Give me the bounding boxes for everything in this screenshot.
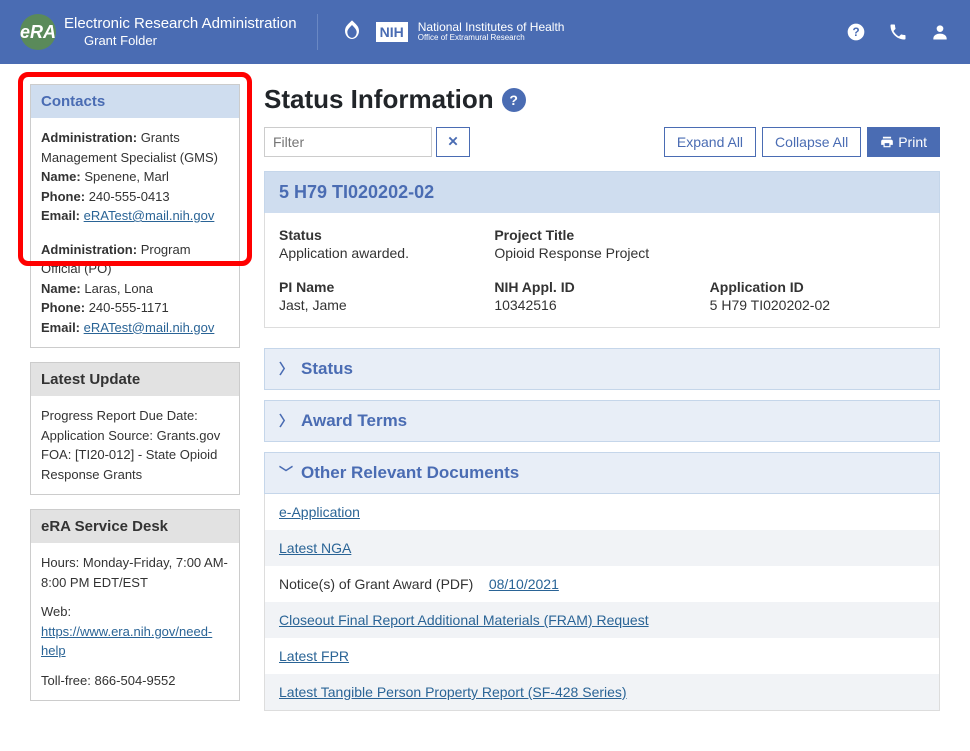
era-logo-badge: eRA <box>20 14 56 50</box>
contact-block: Administration: Grants Management Specia… <box>41 128 229 226</box>
latest-update-heading: Latest Update <box>31 363 239 396</box>
app-header: eRA Electronic Research Administration G… <box>0 0 970 64</box>
nih-subtitle: Office of Extramural Research <box>418 34 565 43</box>
contact-phone-value: 240-555-1171 <box>89 300 169 315</box>
contact-name-label: Name: <box>41 281 81 296</box>
contact-name-value: Laras, Lona <box>84 281 153 296</box>
contact-block: Administration: Program Official (PO) Na… <box>41 240 229 338</box>
contact-admin-label: Administration: <box>41 242 137 257</box>
contact-email-label: Email: <box>41 208 80 223</box>
era-logo: eRA Electronic Research Administration G… <box>20 14 297 50</box>
pi-name-value: Jast, Jame <box>279 297 494 313</box>
doc-latest-fpr-link[interactable]: Latest FPR <box>279 648 349 664</box>
pi-name-label: PI Name <box>279 279 494 295</box>
contact-name-label: Name: <box>41 169 81 184</box>
contact-email-link[interactable]: eRATest@mail.nih.gov <box>84 208 215 223</box>
page-title: Status Information <box>264 84 494 115</box>
help-icon[interactable]: ? <box>846 22 866 42</box>
section-award-terms-label: Award Terms <box>301 411 407 431</box>
doc-latest-nga-link[interactable]: Latest NGA <box>279 540 351 556</box>
contact-phone-label: Phone: <box>41 300 85 315</box>
section-other-docs[interactable]: ﹀ Other Relevant Documents <box>264 452 940 494</box>
contact-phone-label: Phone: <box>41 189 85 204</box>
doc-fram-link[interactable]: Closeout Final Report Additional Materia… <box>279 612 649 628</box>
app-subtitle: Grant Folder <box>64 33 297 49</box>
service-desk-web-label: Web: <box>41 602 229 622</box>
app-title: Electronic Research Administration <box>64 15 297 33</box>
hhs-nih-branding: NIH National Institutes of Health Office… <box>338 18 565 46</box>
contact-phone-value: 240-555-0413 <box>89 189 170 204</box>
section-award-terms[interactable]: 〉 Award Terms <box>264 400 940 442</box>
section-status-label: Status <box>301 359 353 379</box>
nih-appl-id-value: 10342516 <box>494 297 709 313</box>
grant-id-heading: 5 H79 TI020202-02 <box>264 171 940 213</box>
print-icon <box>880 135 894 149</box>
latest-update-card: Latest Update Progress Report Due Date: … <box>30 362 240 495</box>
section-other-docs-label: Other Relevant Documents <box>301 463 519 483</box>
svg-text:?: ? <box>852 26 859 39</box>
contact-email-link[interactable]: eRATest@mail.nih.gov <box>84 320 215 335</box>
filter-input[interactable] <box>264 127 432 157</box>
grant-summary: Status Application awarded. Project Title… <box>264 213 940 328</box>
contacts-heading: Contacts <box>31 85 239 118</box>
service-desk-hours: Hours: Monday-Friday, 7:00 AM-8:00 PM ED… <box>41 553 229 592</box>
print-button-label: Print <box>898 134 927 150</box>
contact-admin-label: Administration: <box>41 130 137 145</box>
hhs-icon <box>338 18 366 46</box>
contact-name-value: Spenene, Marl <box>84 169 169 184</box>
latest-update-body: Progress Report Due Date: Application So… <box>31 396 239 494</box>
service-desk-card: eRA Service Desk Hours: Monday-Friday, 7… <box>30 509 240 701</box>
project-title-label: Project Title <box>494 227 709 243</box>
section-status[interactable]: 〉 Status <box>264 348 940 390</box>
nih-logo-box: NIH <box>376 22 408 42</box>
doc-sf428-link[interactable]: Latest Tangible Person Property Report (… <box>279 684 627 700</box>
doc-notice-label: Notice(s) of Grant Award (PDF) <box>279 576 473 592</box>
phone-icon[interactable] <box>888 22 908 42</box>
clear-filter-button[interactable]: ✕ <box>436 127 470 157</box>
chevron-down-icon: ﹀ <box>279 463 293 483</box>
expand-all-button[interactable]: Expand All <box>664 127 756 157</box>
print-button[interactable]: Print <box>867 127 940 157</box>
doc-notice-date-link[interactable]: 08/10/2021 <box>489 576 559 592</box>
contacts-card: Contacts Administration: Grants Manageme… <box>30 84 240 348</box>
service-desk-tollfree: Toll-free: 866-504-9552 <box>41 671 229 691</box>
service-desk-heading: eRA Service Desk <box>31 510 239 543</box>
application-id-label: Application ID <box>710 279 925 295</box>
page-help-icon[interactable]: ? <box>502 88 526 112</box>
nih-appl-id-label: NIH Appl. ID <box>494 279 709 295</box>
contact-email-label: Email: <box>41 320 80 335</box>
service-desk-web-link[interactable]: https://www.era.nih.gov/need-help <box>41 624 212 659</box>
chevron-right-icon: 〉 <box>279 411 293 431</box>
collapse-all-button[interactable]: Collapse All <box>762 127 861 157</box>
chevron-right-icon: 〉 <box>279 359 293 379</box>
doc-eapplication-link[interactable]: e-Application <box>279 504 360 520</box>
other-docs-list: e-Application Latest NGA Notice(s) of Gr… <box>264 494 940 711</box>
project-title-value: Opioid Response Project <box>494 245 709 261</box>
status-label: Status <box>279 227 494 243</box>
header-divider <box>317 14 318 50</box>
user-icon[interactable] <box>930 22 950 42</box>
status-value: Application awarded. <box>279 245 494 261</box>
application-id-value: 5 H79 TI020202-02 <box>710 297 925 313</box>
